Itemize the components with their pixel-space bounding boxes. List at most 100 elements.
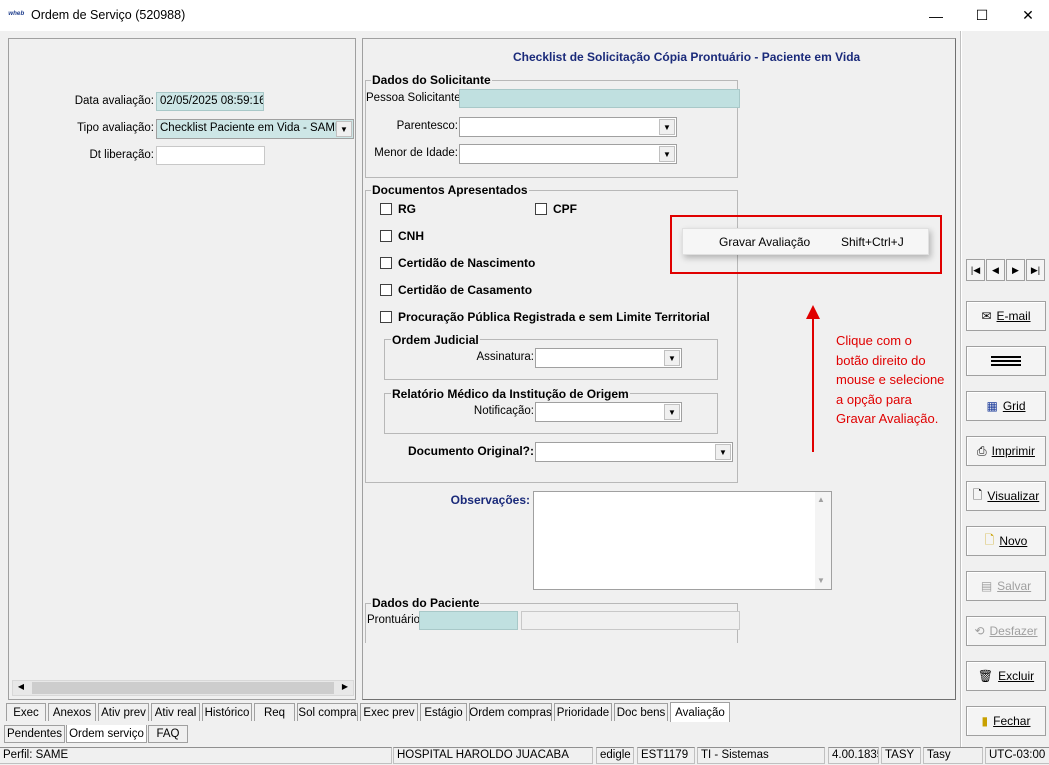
email-button[interactable]: ✉ E-mail bbox=[966, 301, 1046, 331]
annotation-line: a opção para bbox=[836, 391, 912, 407]
pessoa-solicitante-field[interactable] bbox=[459, 89, 740, 108]
rg-checkbox[interactable]: RG bbox=[380, 202, 416, 216]
scroll-down-icon[interactable]: ▼ bbox=[817, 576, 825, 585]
visualizar-label: Visualizar bbox=[987, 489, 1040, 503]
assinatura-select[interactable]: ▼ bbox=[535, 348, 682, 368]
notificacao-label: Notificação: bbox=[473, 405, 534, 417]
wheb-icon: ʷʰᵉᵇ bbox=[8, 9, 24, 19]
tipo-avaliacao-value: Checklist Paciente em Vida - SAME bbox=[160, 122, 343, 134]
checkbox-box[interactable] bbox=[380, 284, 392, 296]
status-estacao: EST1179 bbox=[637, 747, 695, 764]
procuracao-checkbox[interactable]: Procuração Pública Registrada e sem Limi… bbox=[380, 310, 710, 324]
documento-original-select[interactable]: ▼ bbox=[535, 442, 733, 462]
checkbox-box[interactable] bbox=[380, 311, 392, 323]
chevron-down-icon[interactable]: ▼ bbox=[664, 350, 680, 366]
next-record-icon[interactable]: ▶ bbox=[1006, 259, 1025, 281]
tab-exec-prev[interactable]: Exec prev bbox=[360, 703, 418, 721]
tab-doc-bens[interactable]: Doc bens bbox=[614, 703, 668, 721]
cpf-checkbox[interactable]: CPF bbox=[535, 202, 577, 216]
fechar-button[interactable]: ▮ Fechar bbox=[966, 706, 1046, 736]
desfazer-label: Desfazer bbox=[989, 624, 1038, 638]
desfazer-button[interactable]: ⟲ Desfazer bbox=[966, 616, 1046, 646]
tab-anexos[interactable]: Anexos bbox=[48, 703, 96, 721]
tab-ativ-real[interactable]: Ativ real bbox=[151, 703, 200, 721]
email-label: E-mail bbox=[996, 309, 1031, 323]
notificacao-select[interactable]: ▼ bbox=[535, 402, 682, 422]
tab-ordem-servico[interactable]: Ordem serviço bbox=[66, 725, 147, 743]
menu-button[interactable] bbox=[966, 346, 1046, 376]
undo-icon: ⟲ bbox=[974, 624, 985, 638]
observacoes-textarea[interactable] bbox=[533, 491, 832, 590]
scroll-left-icon[interactable]: ◀ bbox=[14, 682, 28, 694]
data-avaliacao-field[interactable]: 02/05/2025 08:59:16 bbox=[156, 92, 264, 111]
fechar-label: Fechar bbox=[993, 714, 1031, 728]
prontuario-field[interactable] bbox=[419, 611, 518, 630]
casamento-checkbox[interactable]: Certidão de Casamento bbox=[380, 283, 532, 297]
status-perfil: Perfil: SAME bbox=[0, 747, 392, 764]
tab-req[interactable]: Req bbox=[254, 703, 295, 721]
tab-prioridade[interactable]: Prioridade bbox=[554, 703, 612, 721]
arrow-up-icon bbox=[806, 305, 820, 319]
checkbox-box[interactable] bbox=[380, 257, 392, 269]
assinatura-label: Assinatura: bbox=[476, 351, 534, 363]
tab-historico[interactable]: Histórico bbox=[202, 703, 252, 721]
paciente-name-field[interactable] bbox=[521, 611, 740, 630]
checkbox-box[interactable] bbox=[380, 230, 392, 242]
tab-estagio[interactable]: Estágio bbox=[420, 703, 467, 721]
tab-exec[interactable]: Exec bbox=[6, 703, 46, 721]
imprimir-label: Imprimir bbox=[991, 444, 1035, 458]
cnh-checkbox[interactable]: CNH bbox=[380, 229, 424, 243]
imprimir-button[interactable]: ⎙ Imprimir bbox=[966, 436, 1046, 466]
novo-button[interactable]: 🗋 Novo bbox=[966, 526, 1046, 556]
excluir-button[interactable]: 🗑 Excluir bbox=[966, 661, 1046, 691]
chevron-down-icon[interactable]: ▼ bbox=[336, 121, 352, 137]
prontuario-label: Prontuário: bbox=[367, 614, 424, 626]
tab-ordem-compras[interactable]: Ordem compras bbox=[469, 703, 552, 721]
checkbox-box[interactable] bbox=[535, 203, 547, 215]
annotation-line: Clique com o bbox=[836, 333, 912, 348]
excluir-label: Excluir bbox=[998, 669, 1035, 683]
status-version: 4.00.1835.75 bbox=[828, 747, 879, 764]
observacoes-scrollbar[interactable] bbox=[815, 492, 831, 589]
tab-pendentes[interactable]: Pendentes bbox=[4, 725, 65, 743]
data-avaliacao-label: Data avaliação: bbox=[74, 95, 154, 107]
tab-faq[interactable]: FAQ bbox=[148, 725, 188, 743]
menor-idade-label: Menor de Idade: bbox=[374, 147, 458, 159]
prev-record-icon[interactable]: ◀ bbox=[986, 259, 1005, 281]
salvar-button[interactable]: ▤ Salvar bbox=[966, 571, 1046, 601]
checkbox-box[interactable] bbox=[380, 203, 392, 215]
last-record-icon[interactable]: ▶| bbox=[1026, 259, 1045, 281]
scroll-up-icon[interactable]: ▲ bbox=[817, 495, 825, 504]
chevron-down-icon[interactable]: ▼ bbox=[664, 404, 680, 420]
tab-avaliacao[interactable]: Avaliação bbox=[670, 702, 730, 722]
chevron-down-icon[interactable]: ▼ bbox=[659, 146, 675, 162]
maximize-button[interactable]: ☐ bbox=[959, 0, 1005, 31]
solicitante-title: Dados do Solicitante bbox=[371, 73, 492, 87]
minimize-button[interactable]: — bbox=[913, 0, 959, 31]
trash-icon: 🗑 bbox=[977, 669, 994, 683]
exit-door-icon: ▮ bbox=[981, 714, 989, 728]
cnh-label: CNH bbox=[398, 229, 424, 243]
grid-button[interactable]: ▦ Grid bbox=[966, 391, 1046, 421]
chevron-down-icon[interactable]: ▼ bbox=[715, 444, 731, 460]
dt-liberacao-field[interactable] bbox=[156, 146, 265, 165]
document-icon: 🗋 bbox=[972, 487, 983, 502]
status-hospital: HOSPITAL HAROLDO JUACABA bbox=[393, 747, 593, 764]
scroll-thumb[interactable] bbox=[32, 682, 334, 694]
save-icon: ▤ bbox=[980, 579, 993, 593]
rg-label: RG bbox=[398, 202, 416, 216]
menor-idade-select[interactable]: ▼ bbox=[459, 144, 677, 164]
close-button[interactable]: ✕ bbox=[1005, 0, 1049, 31]
status-user: edigle bbox=[596, 747, 634, 764]
tab-ativ-prev[interactable]: Ativ prev bbox=[98, 703, 149, 721]
tab-sol-compra[interactable]: Sol compra bbox=[297, 703, 358, 721]
tipo-avaliacao-select[interactable]: Checklist Paciente em Vida - SAME ▼ bbox=[156, 119, 354, 139]
gravar-avaliacao-menu-item[interactable]: Gravar Avaliação bbox=[719, 235, 810, 249]
first-record-icon[interactable]: |◀ bbox=[966, 259, 985, 281]
scroll-right-icon[interactable]: ▶ bbox=[338, 682, 352, 694]
printer-icon: ⎙ bbox=[977, 443, 987, 458]
chevron-down-icon[interactable]: ▼ bbox=[659, 119, 675, 135]
visualizar-button[interactable]: 🗋 Visualizar bbox=[966, 481, 1046, 511]
parentesco-select[interactable]: ▼ bbox=[459, 117, 677, 137]
nascimento-checkbox[interactable]: Certidão de Nascimento bbox=[380, 256, 535, 270]
